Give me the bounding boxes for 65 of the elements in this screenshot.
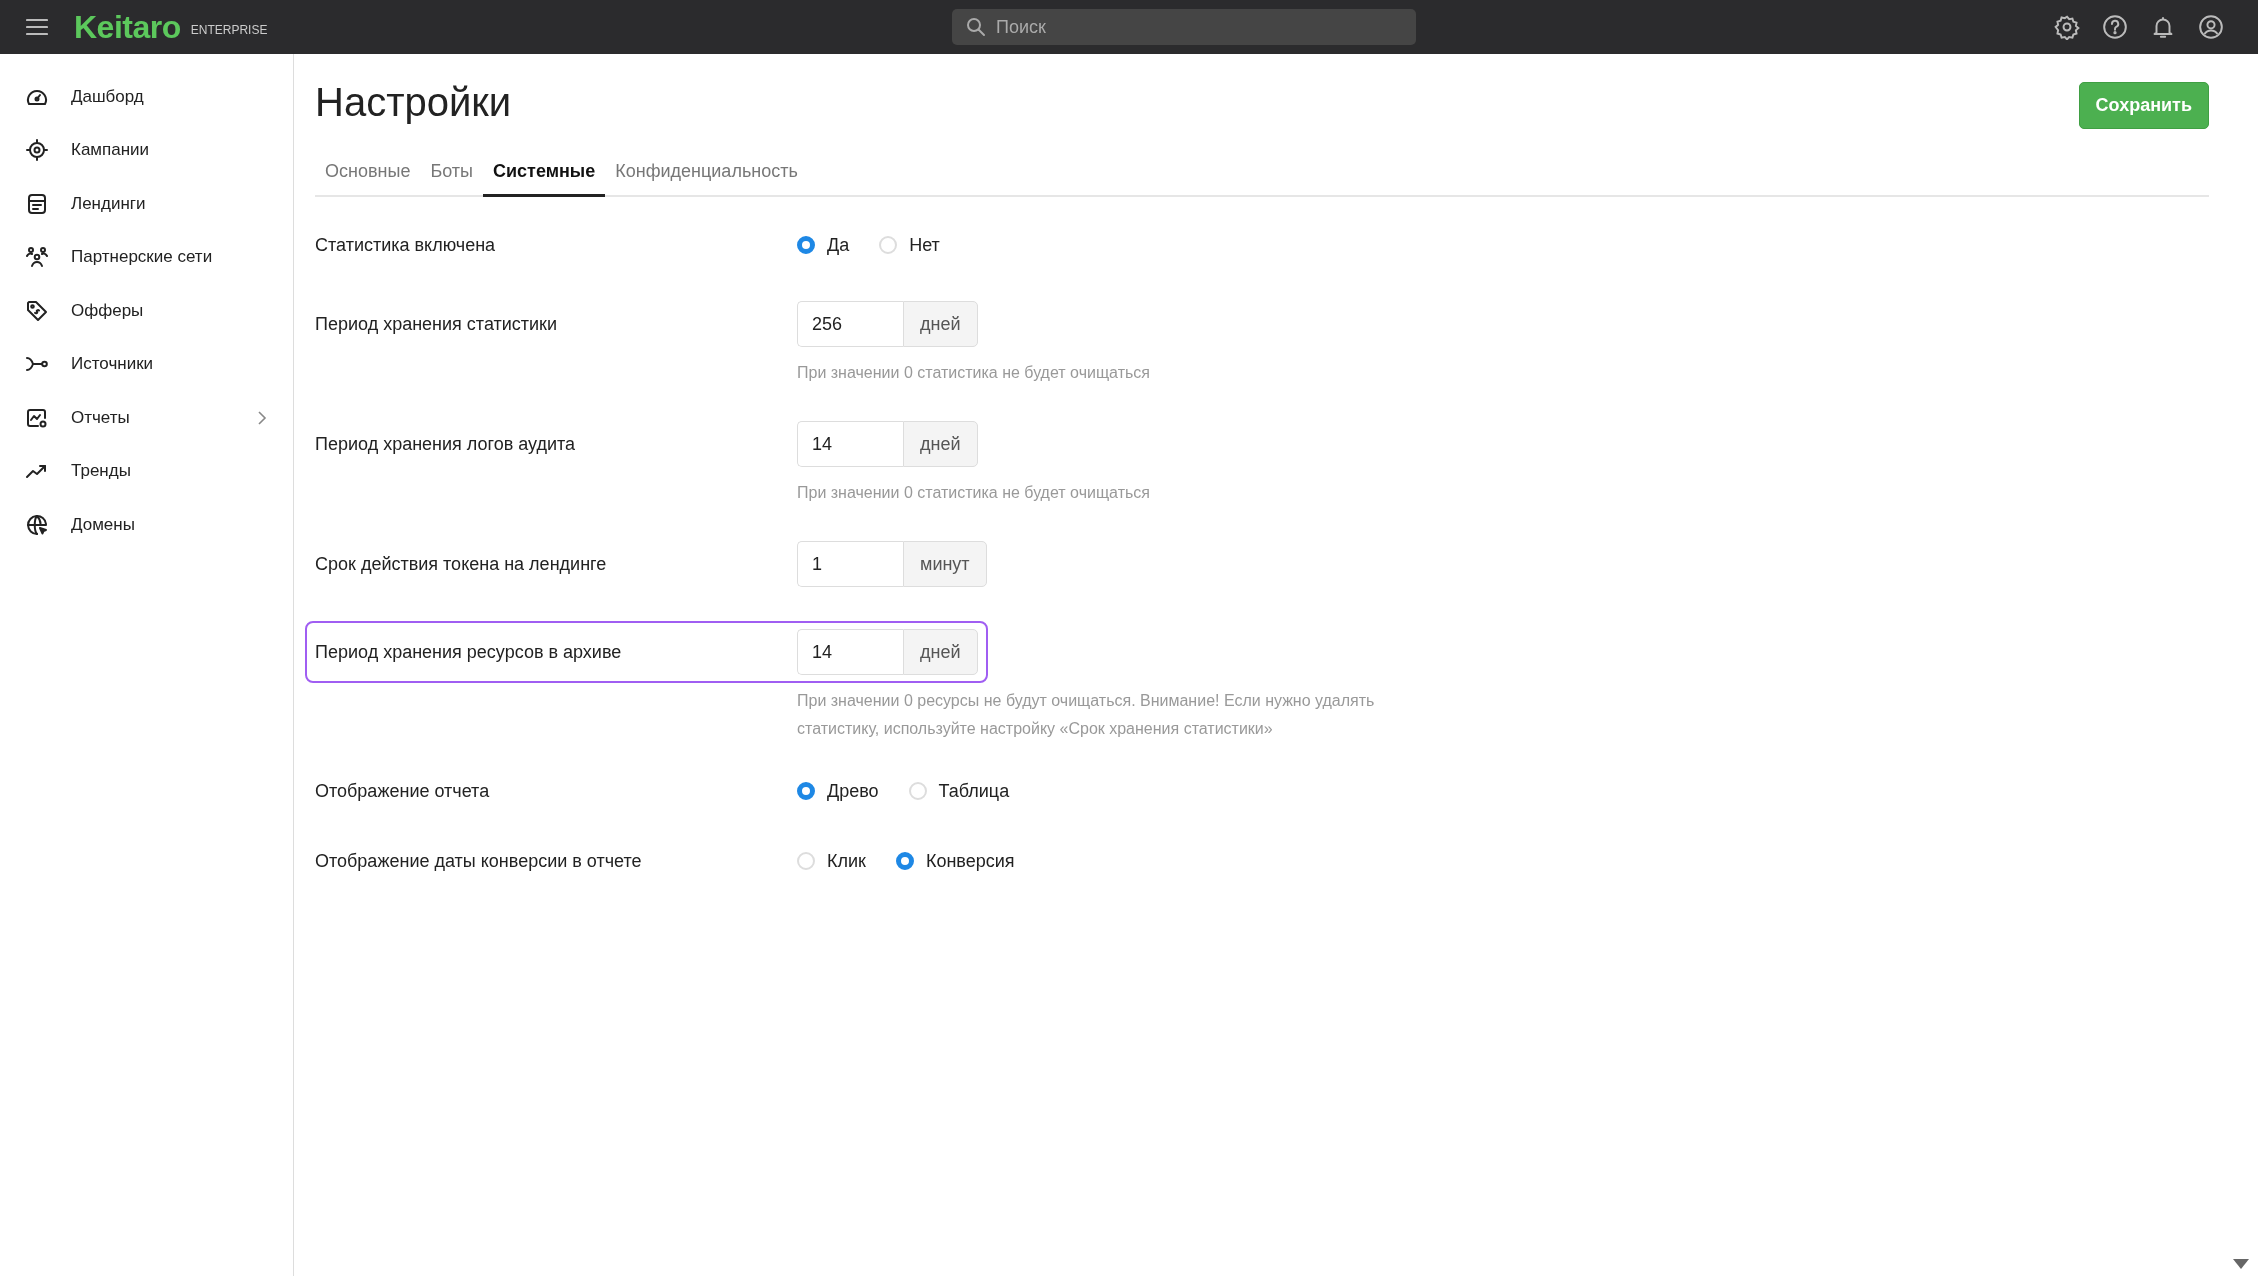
search-field[interactable]: Поиск (952, 9, 1416, 45)
sidebar-label: Источники (71, 354, 154, 375)
radio-option[interactable]: Да (797, 234, 850, 256)
sidebar-label: Домены (71, 514, 135, 535)
hint-text: При значении 0 статистика не будет очищаться (797, 483, 1151, 503)
sidebar-label: Партнерские сети (71, 247, 213, 268)
setting-label: Отображение даты конверсии в отчете (315, 850, 643, 872)
sidebar-label: Кампании (71, 140, 150, 161)
setting-label: Срок действия токена на лендинге (315, 553, 608, 575)
number-input[interactable]: 14 (797, 629, 903, 675)
sidebar-label: Отчеты (71, 407, 130, 428)
number-input[interactable]: 1 (797, 541, 903, 587)
sidebar-item[interactable]: Источники (0, 337, 293, 391)
radio-button[interactable] (797, 236, 815, 254)
sidebar-item[interactable]: Отчеты (0, 391, 293, 445)
tab[interactable]: Конфиденциальность (605, 151, 808, 197)
edition-label: ENTERPRISE (190, 23, 268, 37)
people-icon (25, 245, 49, 270)
radio-option[interactable]: Нет (879, 234, 940, 256)
radio-option[interactable]: Древо (797, 780, 879, 802)
sidebar-label: Дашборд (71, 86, 144, 107)
tab[interactable]: Основные (315, 151, 421, 197)
page-title: Настройки (315, 80, 512, 125)
sidebar-item[interactable]: Дашборд (0, 70, 293, 124)
setting-label: Период хранения логов аудита (315, 433, 577, 455)
sidebar-item[interactable]: Тренды (0, 444, 293, 498)
setting-label: Период хранения статистики (315, 313, 559, 335)
document-icon (25, 191, 49, 216)
price-tag-icon (25, 298, 49, 323)
help-icon[interactable] (2102, 14, 2128, 40)
sidebar-label: Офферы (71, 300, 144, 321)
sidebar-item[interactable]: Офферы (0, 284, 293, 338)
hint-text: При значении 0 ресурсы не будут очищаться. Внимание! Если нужно удалять статистику, используйте настройку «Срок хранения статистики» (797, 691, 1376, 739)
unit-addon: дней (903, 421, 978, 467)
radio-button[interactable] (797, 782, 815, 800)
scroll-down-icon[interactable] (2232, 1258, 2250, 1270)
setting-label: Период хранения ресурсов в архиве (315, 641, 623, 663)
unit-addon: минут (903, 541, 987, 587)
sidebar-item[interactable]: Партнерские сети (0, 230, 293, 284)
unit-addon: дней (903, 301, 978, 347)
sidebar-item[interactable]: Домены (0, 498, 293, 552)
sidebar-item[interactable]: Лендинги (0, 177, 293, 231)
globe-cursor-icon (25, 512, 49, 537)
chevron-right-icon[interactable] (257, 409, 267, 426)
unit-addon: дней (903, 629, 978, 675)
number-input[interactable]: 256 (797, 301, 903, 347)
tab[interactable]: Системные (483, 151, 606, 197)
radio-option[interactable]: Таблица (908, 780, 1010, 802)
tab[interactable]: Боты (420, 151, 483, 197)
hint-text: При значении 0 статистика не будет очищаться (797, 363, 1151, 383)
radio-option[interactable]: Клик (797, 850, 866, 872)
account-icon[interactable] (2198, 14, 2224, 40)
search-icon (966, 17, 986, 37)
setting-label: Отображение отчета (315, 780, 491, 802)
sidebar-label: Тренды (71, 461, 131, 482)
target-icon (25, 138, 49, 163)
radio-button[interactable] (895, 852, 914, 870)
setting-label: Статистика включена (315, 234, 497, 256)
radio-option[interactable]: Конверсия (895, 850, 1015, 872)
sidebar-item[interactable]: Кампании (0, 123, 293, 177)
settings-icon[interactable] (2054, 14, 2080, 40)
logo[interactable]: Keitaro (74, 8, 181, 46)
number-input[interactable]: 14 (797, 421, 903, 467)
sidebar-label: Лендинги (71, 193, 146, 214)
menu-icon[interactable] (26, 18, 48, 36)
